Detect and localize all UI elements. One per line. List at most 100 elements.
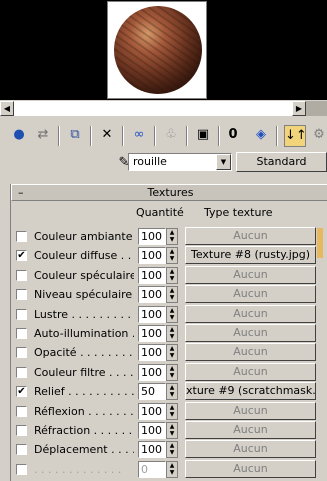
spinner-arrows-icon[interactable]: ▲ ▼ (166, 383, 178, 400)
spinner-arrows-icon[interactable]: ▲ ▼ (166, 228, 178, 245)
material-editor-toolbar: ● ⇄ ⧉ ✕ ∞ ♧ ▣ 0 ◈ ↓↑ ⚙ (0, 122, 327, 150)
map-slot-button[interactable]: Aucun (185, 285, 316, 303)
map-row: Réflexion . . . . . . . . 100 ▲ ▼ Aucun (0, 402, 327, 421)
textures-rollout-header[interactable]: Textures – (11, 184, 327, 201)
map-slot-button[interactable]: Texture #8 (rusty.jpg) (185, 246, 316, 264)
chevron-down-icon[interactable]: ▼ (216, 154, 231, 170)
map-row: Opacité . . . . . . . . . 100 ▲ ▼ Aucun (0, 343, 327, 362)
map-channel-label: . . . . . . . . . . . . . (34, 463, 122, 476)
sample-slots-area (0, 0, 327, 100)
spinner-arrows-icon[interactable]: ▲ ▼ (166, 422, 178, 439)
map-slot-button[interactable]: Aucun (185, 227, 316, 245)
show-end-result-icon[interactable]: ↓↑ (284, 125, 307, 147)
map-slot-button[interactable]: Aucun (185, 343, 316, 361)
make-copy-icon[interactable]: ∞ (128, 125, 150, 147)
map-enabled-checkbox[interactable] (16, 270, 27, 281)
map-amount-field[interactable]: 100 (138, 364, 166, 381)
map-row: ✔ Couleur diffuse . . . . 100▲▼ Texture #8 … (0, 246, 327, 265)
map-channel-label: Réfraction . . . . . . . (34, 424, 134, 437)
map-enabled-checkbox[interactable] (16, 309, 27, 320)
put-to-scene-icon[interactable]: ⇄ (32, 125, 54, 147)
spinner-arrows-icon[interactable]: ▲ ▼ (166, 461, 178, 478)
map-row: Réfraction . . . . . . . 100 ▲ ▼ Aucun (0, 421, 327, 440)
map-row: Niveau spéculaire . . 100▲▼ Aucun (0, 285, 327, 304)
map-enabled-checkbox[interactable] (16, 347, 27, 358)
spinner-arrows-icon[interactable]: ▲ ▼ (166, 325, 178, 342)
map-amount-field[interactable]: 100 (138, 228, 166, 245)
material-name-row: ✎ rouille ▼ Standard (0, 151, 327, 175)
toolbar-separator (218, 126, 220, 146)
scroll-thumb[interactable] (14, 101, 292, 116)
spinner-arrows-icon[interactable]: ▲ ▼ (166, 403, 178, 420)
map-slot-button[interactable]: xture #9 (scratchmask.jpg) (185, 382, 316, 400)
map-slot-button[interactable]: Aucun (185, 440, 316, 458)
map-enabled-checkbox[interactable]: ✔ (16, 250, 27, 261)
scroll-track-end (306, 101, 327, 116)
map-row: Couleur spéculaire . . 100▲▼ Aucun (0, 266, 327, 285)
make-unique-icon[interactable]: ♧ (160, 125, 182, 147)
map-channel-label: Couleur ambiante . . (34, 230, 134, 243)
scroll-right-arrow-icon[interactable]: ▶ (292, 101, 306, 116)
map-amount-field[interactable]: 50 (138, 383, 166, 400)
map-slot-button[interactable]: Aucun (185, 305, 316, 323)
map-slot-button[interactable]: Aucun (185, 363, 316, 381)
go-to-parent-icon[interactable]: ⚙ (308, 125, 327, 147)
rollout-title: Textures (147, 186, 194, 199)
map-enabled-checkbox[interactable] (16, 289, 27, 300)
sample-slot-active[interactable] (107, 1, 207, 99)
map-amount-field[interactable]: 100 (138, 247, 166, 264)
map-amount-field[interactable]: 100 (138, 286, 166, 303)
map-amount-field[interactable]: 100 (138, 325, 166, 342)
map-enabled-checkbox[interactable] (16, 406, 27, 417)
map-channel-label: Couleur diffuse . . . . (34, 249, 134, 262)
map-type-column-header: Type texture (204, 206, 273, 219)
spinner-arrows-icon[interactable]: ▲ ▼ (166, 344, 178, 361)
toolbar-separator (58, 126, 60, 146)
get-material-icon[interactable]: ● (8, 125, 30, 147)
panel-edge-marker (317, 228, 323, 258)
spinner-arrows-icon[interactable]: ▲ ▼ (166, 441, 178, 458)
map-slot-button[interactable]: Aucun (185, 266, 316, 284)
map-slot-button[interactable]: Aucun (185, 421, 316, 439)
assign-to-selection-icon[interactable]: ⧉ (64, 125, 86, 147)
material-id-channel-icon[interactable]: 0 (222, 125, 244, 147)
map-amount-field[interactable]: 0 (138, 461, 166, 478)
map-amount-field[interactable]: 100 (138, 267, 166, 284)
map-channel-label: Lustre . . . . . . . . . . (34, 308, 134, 321)
map-slot-button[interactable]: Aucun (185, 402, 316, 420)
spinner-arrows-icon[interactable]: ▲ ▼ (166, 247, 178, 264)
spinner-arrows-icon[interactable]: ▲ ▼ (166, 286, 178, 303)
map-amount-field[interactable]: 100 (138, 441, 166, 458)
map-amount-field[interactable]: 100 (138, 306, 166, 323)
map-row: Auto-illumination . . . 100▲▼ Aucun (0, 324, 327, 343)
map-amount-field[interactable]: 100 (138, 403, 166, 420)
put-to-library-icon[interactable]: ▣ (192, 125, 214, 147)
material-type-button[interactable]: Standard (236, 152, 327, 172)
map-amount-field[interactable]: 100 (138, 344, 166, 361)
map-amount-field[interactable]: 100 (138, 422, 166, 439)
map-enabled-checkbox[interactable] (16, 425, 27, 436)
map-enabled-checkbox[interactable] (16, 231, 27, 242)
map-enabled-checkbox[interactable] (16, 367, 27, 378)
material-preview-sphere (114, 6, 202, 94)
toolbar-separator (186, 126, 188, 146)
map-enabled-checkbox[interactable] (16, 444, 27, 455)
map-enabled-checkbox[interactable]: ✔ (16, 386, 27, 397)
map-channel-label: Niveau spéculaire . . (34, 288, 134, 301)
map-row: . . . . . . . . . . . . . 0 ▲ ▼ Aucun (0, 460, 327, 479)
spinner-arrows-icon[interactable]: ▲ ▼ (166, 306, 178, 323)
map-row: Lustre . . . . . . . . . . 100 ▲ ▼ Aucun (0, 305, 327, 324)
map-enabled-checkbox[interactable] (16, 464, 27, 475)
map-slot-button[interactable]: Aucun (185, 460, 316, 478)
spinner-arrows-icon[interactable]: ▲ ▼ (166, 267, 178, 284)
spinner-arrows-icon[interactable]: ▲ ▼ (166, 364, 178, 381)
material-name-combo[interactable]: rouille ▼ (128, 153, 232, 171)
sample-slots-scrollbar[interactable]: ◀ ▶ (0, 101, 327, 116)
map-slot-button[interactable]: Aucun (185, 324, 316, 342)
map-channel-label: Opacité . . . . . . . . . (34, 346, 134, 359)
scroll-left-arrow-icon[interactable]: ◀ (0, 101, 14, 116)
show-in-viewport-icon[interactable]: ◈ (250, 125, 272, 147)
collapse-toggle-icon[interactable]: – (18, 185, 24, 200)
reset-icon[interactable]: ✕ (96, 125, 118, 147)
map-enabled-checkbox[interactable] (16, 328, 27, 339)
